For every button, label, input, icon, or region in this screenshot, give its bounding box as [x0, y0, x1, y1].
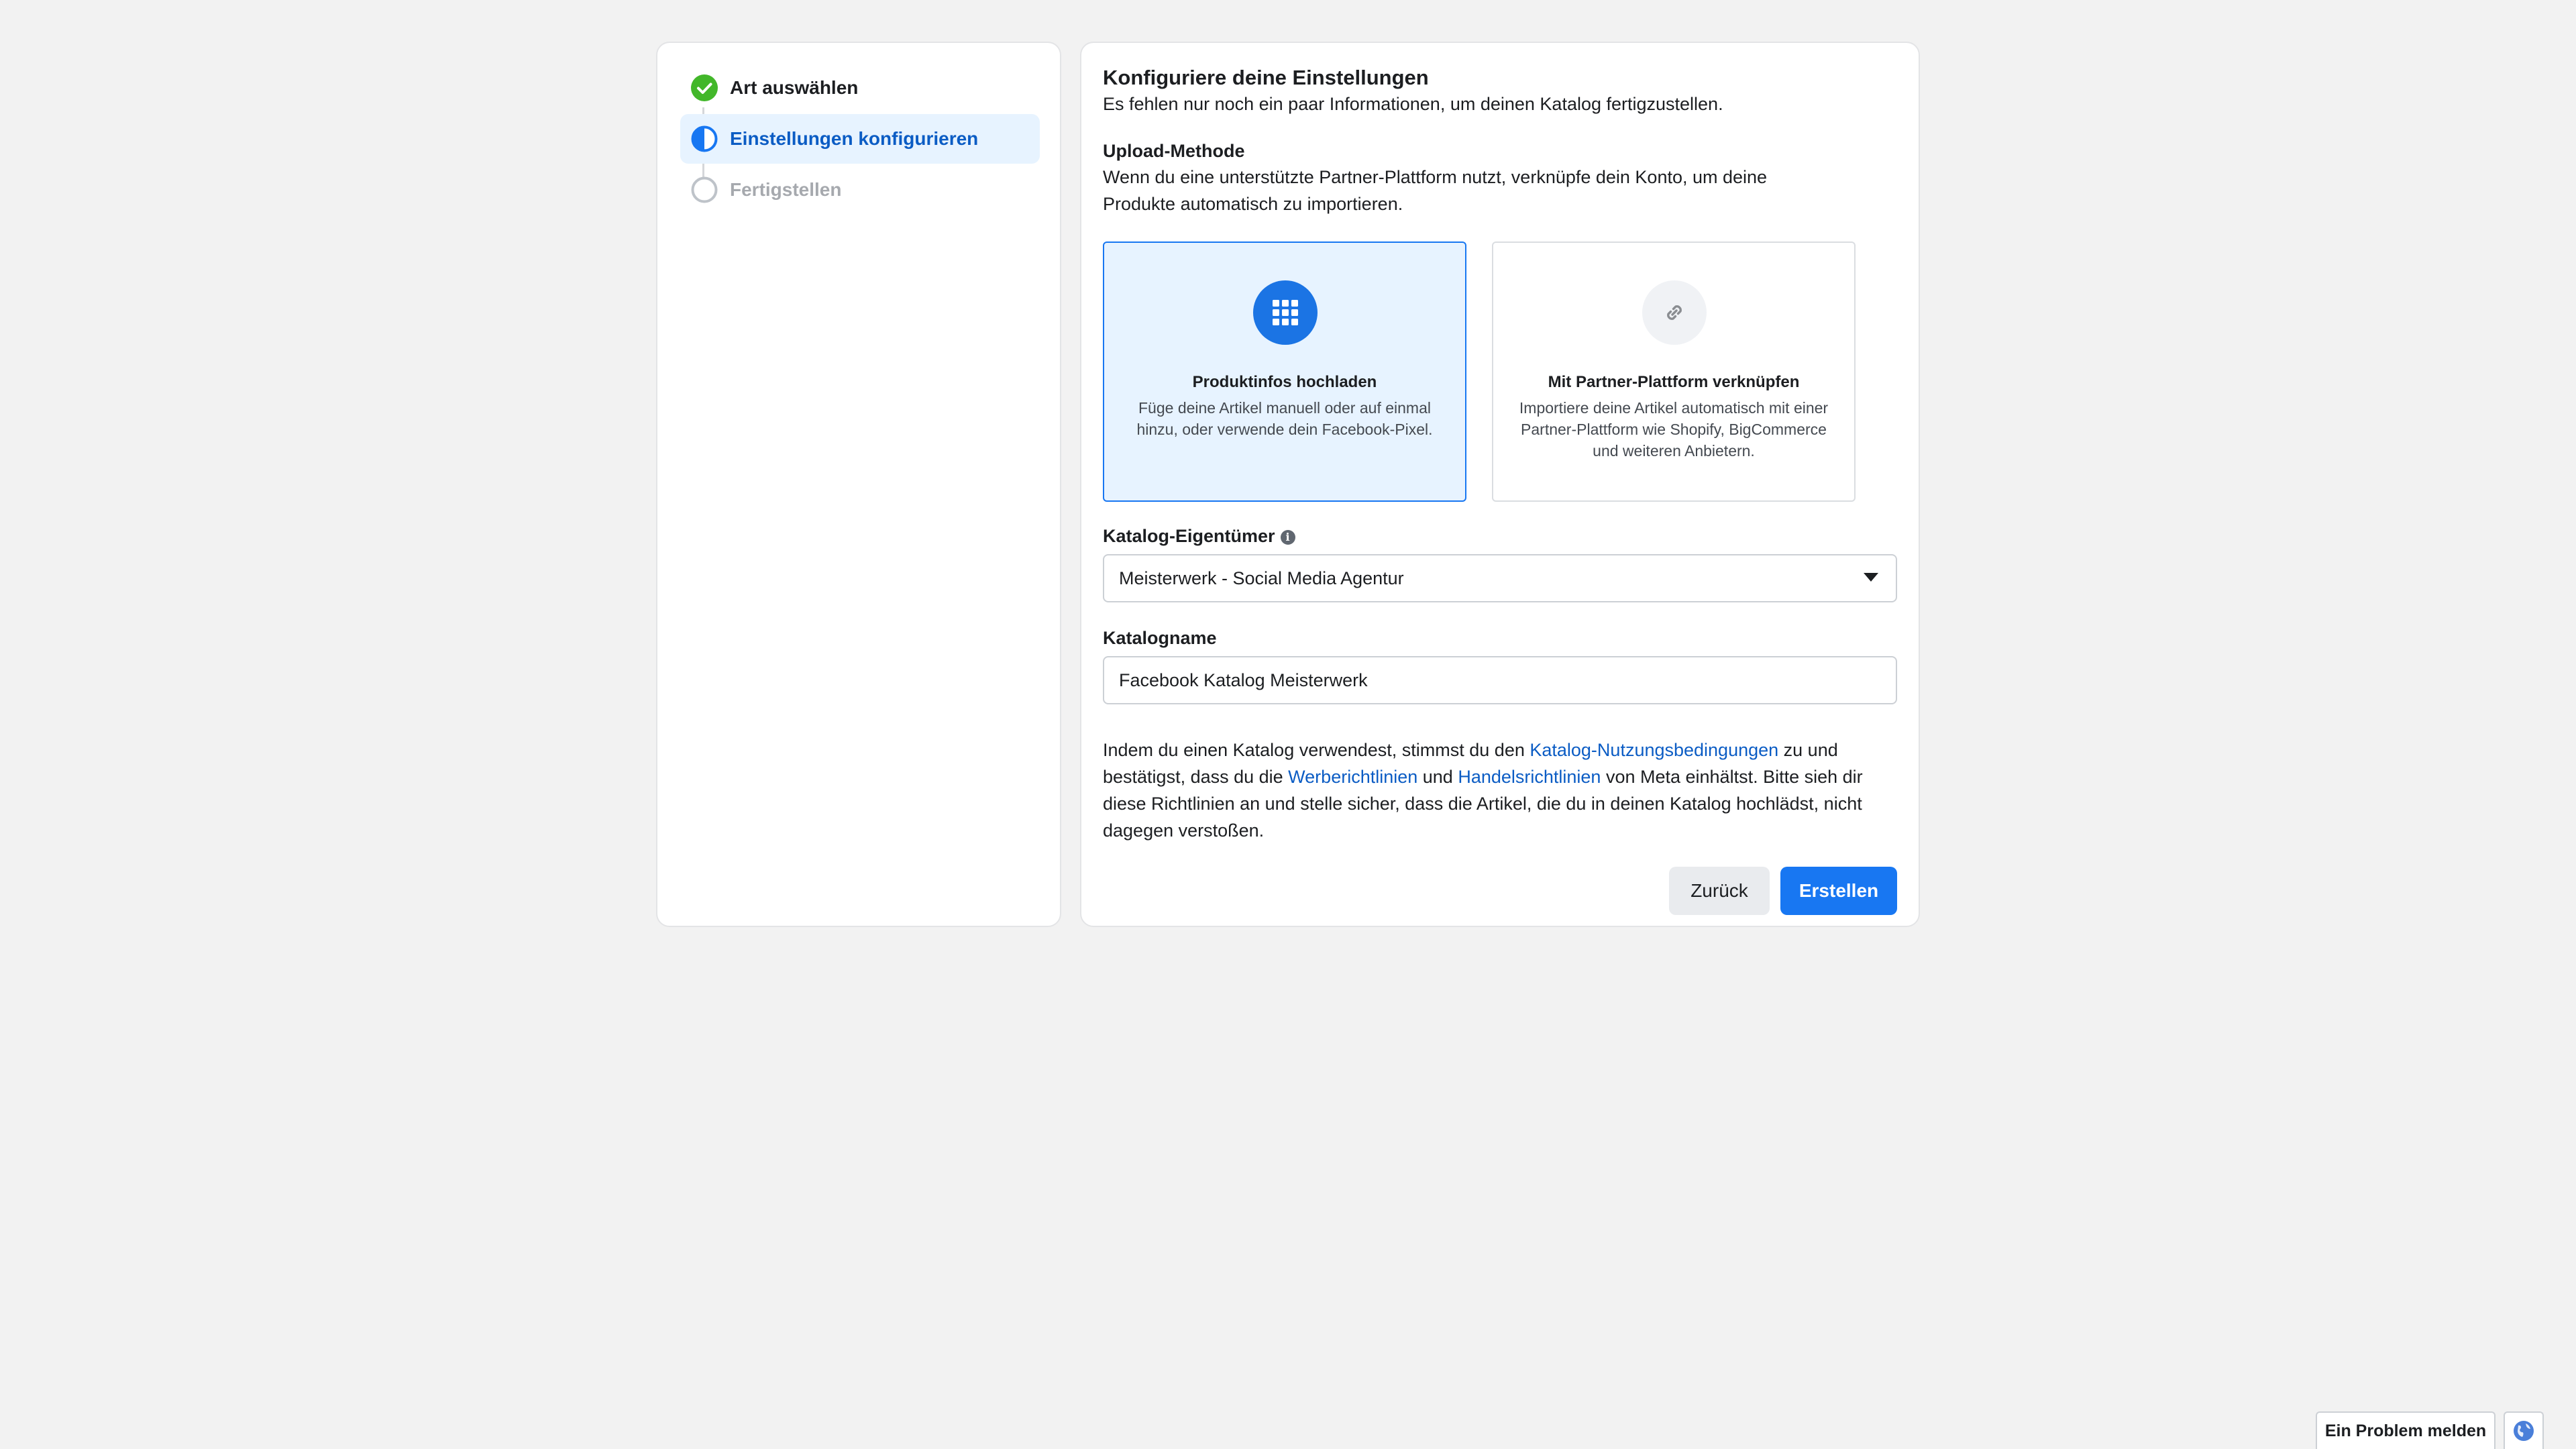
ad-policies-link[interactable]: Werberichtlinien: [1288, 767, 1417, 787]
globe-icon: [2514, 1421, 2534, 1441]
catalog-owner-select[interactable]: Meisterwerk - Social Media Agentur: [1103, 554, 1897, 602]
catalog-owner-label: Katalog-Eigentümer i: [1103, 526, 1295, 547]
catalog-name-input[interactable]: Facebook Katalog Meisterwerk: [1103, 656, 1897, 704]
half-circle-icon: [691, 125, 718, 152]
option-title: Produktinfos hochladen: [1192, 373, 1377, 391]
step-label: Art auswählen: [730, 77, 859, 98]
terms-text-part: Indem du einen Katalog verwendest, stimm…: [1103, 740, 1530, 760]
step-label: Fertigstellen: [730, 179, 842, 200]
empty-circle-icon: [691, 176, 718, 203]
catalog-name-label: Katalogname: [1103, 628, 1217, 648]
option-title: Mit Partner-Plattform verknüpfen: [1548, 373, 1800, 391]
language-button[interactable]: [2504, 1411, 2544, 1449]
check-circle-icon: [691, 74, 718, 101]
upload-method-description: Wenn du eine unterstützte Partner-Plattf…: [1103, 167, 1768, 214]
option-description: Importiere deine Artikel automatisch mit…: [1519, 399, 1829, 460]
terms-text: Indem du einen Katalog verwendest, stimm…: [1103, 737, 1901, 844]
step-label: Einstellungen konfigurieren: [730, 128, 979, 149]
upload-method-label: Upload-Methode: [1103, 141, 1245, 161]
create-button[interactable]: Erstellen: [1780, 867, 1897, 915]
step-fertigstellen: Fertigstellen: [680, 165, 1040, 215]
option-description: Füge deine Artikel manuell oder auf einm…: [1136, 399, 1433, 438]
step-art-auswaehlen[interactable]: Art auswählen: [680, 63, 1040, 113]
upload-option-partner-platform[interactable]: Mit Partner-Plattform verknüpfen Importi…: [1492, 241, 1856, 502]
chevron-down-icon: [1864, 573, 1878, 582]
back-button[interactable]: Zurück: [1669, 867, 1770, 915]
page-subtitle: Es fehlen nur noch ein paar Informatione…: [1103, 94, 1723, 114]
step-einstellungen-konfigurieren[interactable]: Einstellungen konfigurieren: [680, 114, 1040, 164]
page-title: Konfiguriere deine Einstellungen: [1103, 66, 1429, 89]
link-icon: [1667, 305, 1682, 320]
commerce-policies-link[interactable]: Handelsrichtlinien: [1458, 767, 1601, 787]
upload-option-product-info[interactable]: Produktinfos hochladen Füge deine Artike…: [1103, 241, 1466, 502]
link-icon-circle: [1642, 280, 1707, 345]
grid-icon-circle: [1253, 280, 1318, 345]
catalog-owner-value: Meisterwerk - Social Media Agentur: [1119, 568, 1404, 588]
catalog-terms-link[interactable]: Katalog-Nutzungsbedingungen: [1529, 740, 1778, 760]
terms-text-part: und: [1417, 767, 1458, 787]
report-problem-button[interactable]: Ein Problem melden: [2316, 1411, 2496, 1449]
stepper-panel: Art auswählen Einstellungen konfiguriere…: [656, 42, 1061, 927]
info-icon[interactable]: i: [1280, 529, 1295, 545]
grid-icon: [1273, 300, 1298, 325]
catalog-name-value: Facebook Katalog Meisterwerk: [1119, 669, 1368, 690]
catalog-owner-label-text: Katalog-Eigentümer: [1103, 526, 1275, 546]
settings-panel: Konfiguriere deine Einstellungen Es fehl…: [1080, 42, 1920, 927]
